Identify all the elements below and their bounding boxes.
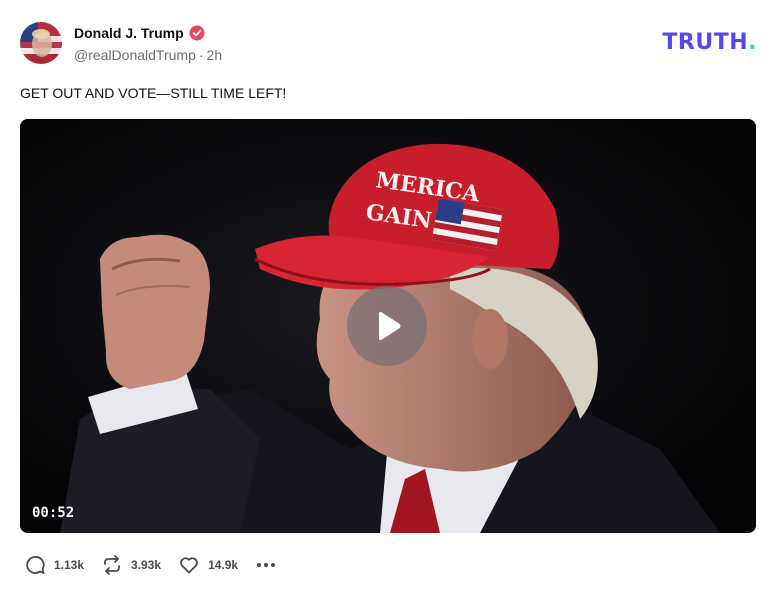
- video-duration: 00:52: [32, 505, 75, 521]
- reply-icon: [26, 556, 45, 574]
- handle[interactable]: @realDonaldTrump: [74, 47, 196, 63]
- more-options-button[interactable]: [255, 559, 277, 571]
- video-player[interactable]: MERICA GAIN 00:52: [20, 119, 756, 533]
- logo-dot: .: [748, 30, 757, 55]
- more-horizontal-icon-dot: [257, 563, 262, 567]
- post-header: Donald J. Trump @realDonaldTrump · 2h TRUT…: [20, 22, 757, 66]
- timestamp[interactable]: 2h: [207, 47, 223, 63]
- handle-row: @realDonaldTrump · 2h: [74, 47, 222, 63]
- heart-icon: [180, 557, 198, 574]
- play-icon: [379, 312, 401, 340]
- avatar-image: [20, 22, 62, 64]
- more-horizontal-icon-dot: [271, 563, 276, 567]
- reply-button[interactable]: 1.13k: [24, 554, 84, 576]
- retruth-icon: [104, 555, 120, 575]
- logo-text: TRUTH: [662, 30, 749, 55]
- more-horizontal-icon-dot: [264, 563, 269, 567]
- like-button[interactable]: 14.9k: [178, 554, 238, 576]
- retruth-button[interactable]: 3.93k: [101, 554, 161, 576]
- post-text: GET OUT AND VOTE—STILL TIME LEFT!: [20, 85, 287, 101]
- reply-count: 1.13k: [54, 558, 85, 572]
- display-name[interactable]: Donald J. Trump: [74, 25, 184, 41]
- verified-badge-icon: [189, 25, 205, 41]
- action-bar: 1.13k 3.93k 14.9k: [24, 553, 277, 577]
- avatar[interactable]: [20, 22, 62, 64]
- like-count: 14.9k: [208, 558, 239, 572]
- play-button[interactable]: [347, 286, 427, 366]
- truth-logo[interactable]: TRUTH.: [662, 30, 757, 55]
- retruth-count: 3.93k: [131, 558, 162, 572]
- author-block: Donald J. Trump @realDonaldTrump · 2h: [74, 24, 222, 63]
- separator: ·: [198, 47, 204, 63]
